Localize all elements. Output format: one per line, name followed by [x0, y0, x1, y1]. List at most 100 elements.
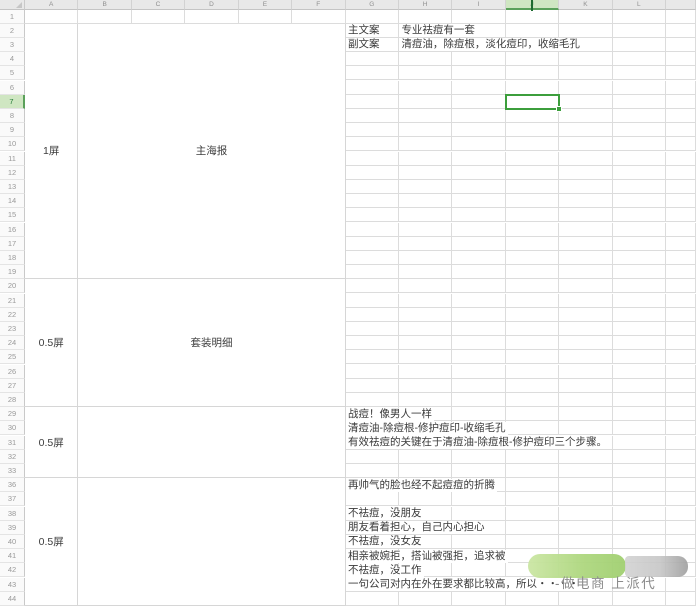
cell-M37[interactable]: [666, 492, 696, 506]
cell-G23[interactable]: [346, 322, 399, 336]
cell-K1[interactable]: [559, 10, 612, 24]
cell-K20[interactable]: [559, 279, 612, 293]
cell-G26[interactable]: [346, 365, 399, 379]
cell-J5[interactable]: [506, 66, 559, 80]
cell-G33[interactable]: [346, 464, 399, 478]
cell-H4[interactable]: [399, 52, 452, 66]
cell-text-G38[interactable]: 不祛痘，没朋友: [346, 507, 424, 520]
row-header-12[interactable]: 12: [0, 166, 25, 180]
row-header-30[interactable]: 30: [0, 421, 25, 435]
row-header-27[interactable]: 27: [0, 379, 25, 393]
cell-A1[interactable]: [25, 10, 78, 24]
cell-M12[interactable]: [666, 166, 696, 180]
cell-K6[interactable]: [559, 81, 612, 95]
cell-J15[interactable]: [506, 208, 559, 222]
cell-M4[interactable]: [666, 52, 696, 66]
cell-L32[interactable]: [613, 450, 666, 464]
cell-K19[interactable]: [559, 265, 612, 279]
row-header-20[interactable]: 20: [0, 279, 25, 293]
cell-L4[interactable]: [613, 52, 666, 66]
cell-M10[interactable]: [666, 137, 696, 151]
cell-I5[interactable]: [452, 66, 505, 80]
cell-text-G29[interactable]: 战痘！像男人一样: [346, 408, 434, 421]
cell-L7[interactable]: [613, 95, 666, 109]
cell-H1[interactable]: [399, 10, 452, 24]
row-header-29[interactable]: 29: [0, 407, 25, 421]
cell-L27[interactable]: [613, 379, 666, 393]
cell-M44[interactable]: [666, 592, 696, 606]
cell-J6[interactable]: [506, 81, 559, 95]
cell-M15[interactable]: [666, 208, 696, 222]
merged-content-1[interactable]: 主海报: [78, 24, 345, 280]
cell-M8[interactable]: [666, 109, 696, 123]
cell-G7[interactable]: [346, 95, 399, 109]
cell-H14[interactable]: [399, 194, 452, 208]
cell-K29[interactable]: [559, 407, 612, 421]
column-header-G[interactable]: G: [346, 0, 399, 10]
cell-K17[interactable]: [559, 237, 612, 251]
cell-I32[interactable]: [452, 450, 505, 464]
cell-G14[interactable]: [346, 194, 399, 208]
cell-K37[interactable]: [559, 492, 612, 506]
row-header-36[interactable]: 36: [0, 478, 25, 492]
cell-G9[interactable]: [346, 123, 399, 137]
cell-G18[interactable]: [346, 251, 399, 265]
merged-content-3[interactable]: [78, 407, 345, 478]
cell-G21[interactable]: [346, 294, 399, 308]
row-header-40[interactable]: 40: [0, 535, 25, 549]
row-header-7[interactable]: 7: [0, 95, 25, 109]
row-header-43[interactable]: 43: [0, 578, 25, 592]
cell-text-G42[interactable]: 不祛痘，没工作: [346, 564, 424, 577]
cell-G19[interactable]: [346, 265, 399, 279]
cell-M27[interactable]: [666, 379, 696, 393]
cell-L10[interactable]: [613, 137, 666, 151]
cell-G44[interactable]: [346, 592, 399, 606]
cell-I29[interactable]: [452, 407, 505, 421]
cell-J28[interactable]: [506, 393, 559, 407]
cell-L15[interactable]: [613, 208, 666, 222]
cell-M16[interactable]: [666, 223, 696, 237]
column-header-L[interactable]: L: [613, 0, 666, 10]
cell-K4[interactable]: [559, 52, 612, 66]
cell-G37[interactable]: [346, 492, 399, 506]
cell-I9[interactable]: [452, 123, 505, 137]
cell-K21[interactable]: [559, 294, 612, 308]
cell-I15[interactable]: [452, 208, 505, 222]
cell-J9[interactable]: [506, 123, 559, 137]
cell-L40[interactable]: [613, 535, 666, 549]
cell-text-G3[interactable]: 副文案: [346, 38, 382, 51]
cell-H8[interactable]: [399, 109, 452, 123]
cell-H17[interactable]: [399, 237, 452, 251]
cell-M18[interactable]: [666, 251, 696, 265]
cell-H9[interactable]: [399, 123, 452, 137]
cell-G24[interactable]: [346, 336, 399, 350]
row-header-25[interactable]: 25: [0, 350, 25, 364]
cell-H13[interactable]: [399, 180, 452, 194]
row-header-19[interactable]: 19: [0, 265, 25, 279]
cell-H16[interactable]: [399, 223, 452, 237]
cell-I21[interactable]: [452, 294, 505, 308]
row-header-41[interactable]: 41: [0, 549, 25, 563]
cell-I1[interactable]: [452, 10, 505, 24]
column-header-C[interactable]: C: [132, 0, 185, 10]
cell-M9[interactable]: [666, 123, 696, 137]
cell-L13[interactable]: [613, 180, 666, 194]
cell-I28[interactable]: [452, 393, 505, 407]
cell-M6[interactable]: [666, 81, 696, 95]
cell-L2[interactable]: [613, 24, 666, 38]
cell-G15[interactable]: [346, 208, 399, 222]
cell-M33[interactable]: [666, 464, 696, 478]
cell-J1[interactable]: [506, 10, 559, 24]
cell-B1[interactable]: [78, 10, 131, 24]
row-header-6[interactable]: 6: [0, 81, 25, 95]
cell-K44[interactable]: [559, 592, 612, 606]
cell-M20[interactable]: [666, 279, 696, 293]
cell-H20[interactable]: [399, 279, 452, 293]
cell-I7[interactable]: [452, 95, 505, 109]
cell-M40[interactable]: [666, 535, 696, 549]
cell-M7[interactable]: [666, 95, 696, 109]
cell-K28[interactable]: [559, 393, 612, 407]
cell-text-G43[interactable]: 一句公司对内在外在要求都比较高，所以・・・・: [346, 578, 581, 591]
cell-J44[interactable]: [506, 592, 559, 606]
cell-K39[interactable]: [559, 521, 612, 535]
